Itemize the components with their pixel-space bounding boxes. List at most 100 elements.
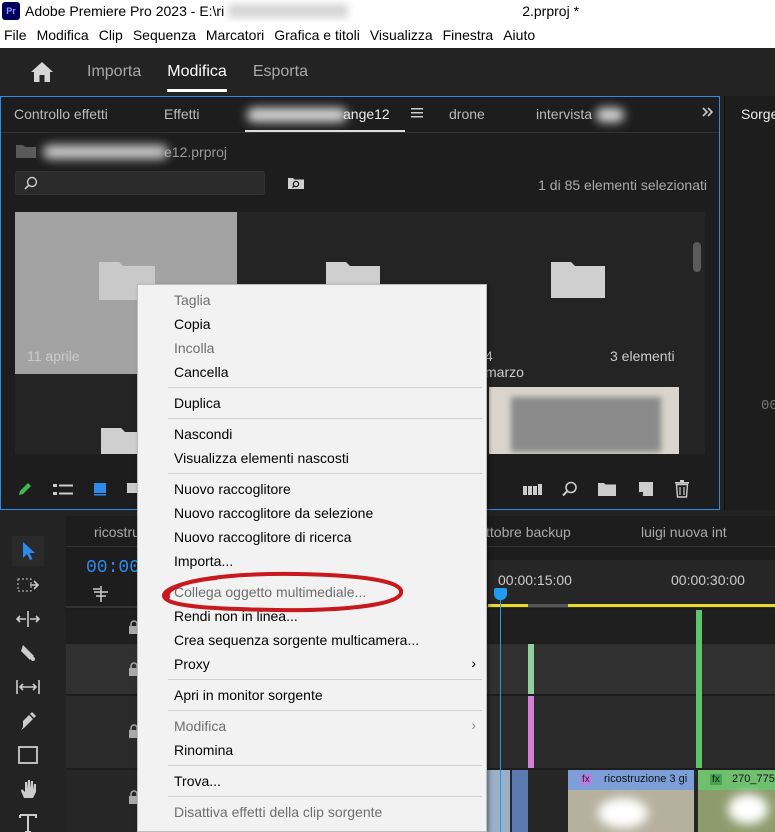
video-clip[interactable] <box>512 770 528 832</box>
more-tabs-icon[interactable] <box>701 105 715 122</box>
clip-edit-marker[interactable] <box>696 610 702 768</box>
menu-item-disattiva-effetti[interactable]: Disattiva effetti della clip sorgente <box>174 801 382 823</box>
panel-menu-icon[interactable] <box>411 106 423 122</box>
clip-edit-marker[interactable] <box>528 696 534 768</box>
source-timecode: 00 <box>761 398 775 414</box>
tab-intervista[interactable]: intervista <box>536 106 624 123</box>
menu-grafica-titoli[interactable]: Grafica e titoli <box>269 27 365 43</box>
menu-item-proxy[interactable]: Proxy <box>174 653 210 675</box>
find-bin-icon[interactable] <box>287 175 305 194</box>
type-tool-icon[interactable] <box>12 808 44 832</box>
menu-separator <box>168 679 482 680</box>
home-icon[interactable] <box>28 58 56 86</box>
redacted-face <box>598 798 648 828</box>
menu-separator <box>168 710 482 711</box>
time-ruler[interactable]: 00:00:15:00 00:00:30:00 <box>488 560 775 606</box>
video-clip[interactable]: fx 270_775 <box>698 770 775 832</box>
fx-badge: fx <box>580 774 592 785</box>
icon-view-icon[interactable] <box>93 482 107 499</box>
timeline-timecode[interactable]: 00:00 <box>86 558 140 578</box>
panel-tabs: Controllo effetti Effetti ange12 drone i… <box>1 97 719 133</box>
menu-clip[interactable]: Clip <box>94 27 128 43</box>
list-view-icon[interactable] <box>53 483 73 500</box>
source-panel-title[interactable]: Sorge <box>741 106 775 122</box>
timeline-tab[interactable]: ttobre backup <box>486 524 571 540</box>
new-item-icon[interactable] <box>639 482 653 499</box>
menu-separator <box>168 418 482 419</box>
menu-item-nuovo-raccoglitore-selezione[interactable]: Nuovo raccoglitore da selezione <box>174 502 373 524</box>
menu-item-modifica[interactable]: Modifica <box>174 715 226 737</box>
tab-importa[interactable]: Importa <box>74 48 154 96</box>
tab-esporta[interactable]: Esporta <box>240 48 321 96</box>
project-path: e12.prproj <box>1 141 227 163</box>
razor-tool-icon[interactable] <box>12 638 44 668</box>
menu-item-copia[interactable]: Copia <box>174 313 211 335</box>
menu-item-rinomina[interactable]: Rinomina <box>174 739 233 761</box>
tab-drone[interactable]: drone <box>449 106 485 122</box>
video-clip[interactable] <box>486 770 510 832</box>
active-tab-indicator <box>245 130 405 132</box>
playhead-handle[interactable] <box>494 588 507 600</box>
pencil-icon[interactable] <box>17 481 33 500</box>
menu-aiuto[interactable]: Aiuto <box>498 27 540 43</box>
project-file-name: e12.prproj <box>164 144 228 160</box>
menu-file[interactable]: File <box>0 27 32 43</box>
menu-finestra[interactable]: Finestra <box>438 27 499 43</box>
clip-label: ricostruzione 3 gi <box>604 773 688 785</box>
video-clip[interactable]: fx ricostruzione 3 gi <box>568 770 694 832</box>
menu-visualizza[interactable]: Visualizza <box>365 27 438 43</box>
find-icon[interactable] <box>562 481 578 500</box>
search-input[interactable] <box>15 171 265 195</box>
menu-item-nuovo-raccoglitore[interactable]: Nuovo raccoglitore <box>174 478 291 500</box>
menu-item-apri-monitor[interactable]: Apri in monitor sorgente <box>174 684 323 706</box>
clip-thumbnail[interactable] <box>489 387 679 454</box>
hand-tool-icon[interactable] <box>12 774 44 804</box>
clip-edit-marker[interactable] <box>528 644 534 694</box>
tab-controllo-effetti[interactable]: Controllo effetti <box>14 106 108 122</box>
menu-item-taglia[interactable]: Taglia <box>174 289 211 311</box>
selection-tool-icon[interactable] <box>12 536 44 566</box>
menu-item-trova[interactable]: Trova... <box>174 770 221 792</box>
title-bar: Pr Adobe Premiere Pro 2023 - E:\ri 2.prp… <box>0 0 775 22</box>
rectangle-tool-icon[interactable] <box>12 740 44 770</box>
tab-effetti[interactable]: Effetti <box>164 106 200 122</box>
submenu-arrow-icon: › <box>471 717 476 733</box>
pen-tool-icon[interactable] <box>12 706 44 736</box>
track-select-tool-icon[interactable] <box>12 570 44 600</box>
menu-item-nascondi[interactable]: Nascondi <box>174 423 232 445</box>
menu-item-duplica[interactable]: Duplica <box>174 392 221 414</box>
menu-item-cancella[interactable]: Cancella <box>174 361 228 383</box>
new-bin-icon[interactable] <box>598 482 616 499</box>
tab-modifica[interactable]: Modifica <box>154 48 240 96</box>
bin-item[interactable]: 3 elementi <box>467 212 689 374</box>
selection-count: 1 di 85 elementi selezionati <box>538 177 707 193</box>
menu-modifica[interactable]: Modifica <box>32 27 94 43</box>
premiere-logo-icon: Pr <box>2 2 20 20</box>
trash-icon[interactable] <box>674 480 690 501</box>
bin-label: 3 elementi <box>610 348 675 364</box>
timeline-tab[interactable]: luigi nuova int <box>641 524 727 540</box>
menu-marcatori[interactable]: Marcatori <box>201 27 269 43</box>
ripple-edit-tool-icon[interactable] <box>12 604 44 634</box>
tools-panel <box>0 516 60 832</box>
automate-to-sequence-icon[interactable] <box>523 483 543 499</box>
submenu-arrow-icon: › <box>471 655 476 671</box>
redacted-project-name <box>247 108 347 123</box>
menu-item-visualizza-nascosti[interactable]: Visualizza elementi nascosti <box>174 447 349 469</box>
grid-scrollbar[interactable] <box>693 242 701 272</box>
menu-item-incolla[interactable]: Incolla <box>174 337 214 359</box>
slip-tool-icon[interactable] <box>12 672 44 702</box>
playhead[interactable] <box>500 588 501 832</box>
snap-icon[interactable] <box>92 586 110 605</box>
menu-item-nuovo-raccoglitore-ricerca[interactable]: Nuovo raccoglitore di ricerca <box>174 526 351 548</box>
redacted-thumbnail <box>511 397 661 452</box>
fx-badge: fx <box>710 774 722 785</box>
tab-project[interactable]: ange12 <box>247 106 390 123</box>
clip-label: 270_775 <box>732 773 775 785</box>
timeline-tab[interactable]: ricostru <box>94 524 140 540</box>
project-file-icon <box>15 143 37 162</box>
menu-sequenza[interactable]: Sequenza <box>128 27 201 43</box>
menu-item-crea-multicamera[interactable]: Crea sequenza sorgente multicamera... <box>174 629 419 651</box>
clip-thumbnail <box>698 790 775 832</box>
ruler-mark: 00:00:30:00 <box>671 572 745 588</box>
